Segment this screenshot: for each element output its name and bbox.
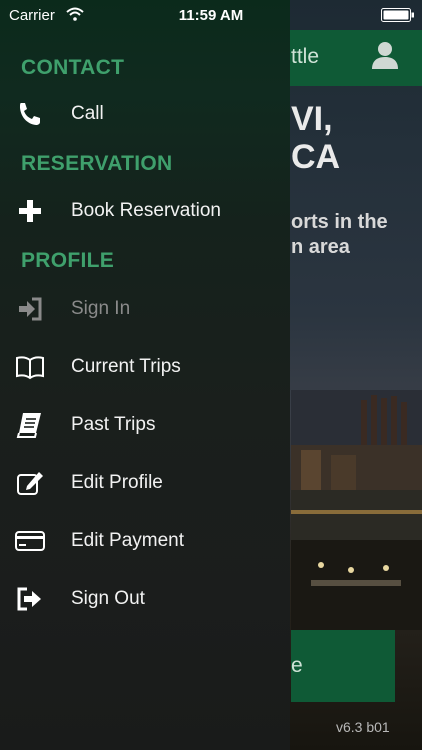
sign-in-icon bbox=[19, 297, 42, 321]
profile-icon[interactable] bbox=[370, 40, 400, 70]
status-time: 11:59 AM bbox=[178, 7, 244, 24]
plus-icon bbox=[19, 200, 41, 222]
menu-item-edit-profile[interactable]: Edit Profile bbox=[0, 461, 290, 505]
menu-item-call[interactable]: Call bbox=[0, 92, 290, 136]
menu-item-past-trips[interactable]: Past Trips bbox=[0, 403, 290, 447]
credit-card-icon bbox=[15, 531, 45, 551]
menu-label: Sign Out bbox=[71, 588, 145, 609]
menu-item-edit-payment[interactable]: Edit Payment bbox=[0, 519, 290, 563]
phone-icon bbox=[20, 103, 40, 125]
menu-item-book-reservation[interactable]: Book Reservation bbox=[0, 189, 290, 233]
background-subheadline: orts in the n area bbox=[291, 211, 388, 258]
city-skyline-image bbox=[291, 390, 422, 630]
section-header-contact: CONTACT bbox=[21, 56, 125, 79]
side-drawer-menu: CONTACT Call RESERVATION Book Reservatio… bbox=[0, 0, 290, 750]
menu-label: Past Trips bbox=[71, 414, 156, 435]
menu-label: Edit Profile bbox=[71, 472, 163, 493]
menu-label: Edit Payment bbox=[71, 530, 184, 551]
background-action-button[interactable]: e bbox=[291, 630, 395, 702]
sign-out-icon bbox=[17, 587, 41, 611]
section-header-profile: PROFILE bbox=[21, 249, 115, 272]
background-nav-title: ttle bbox=[291, 45, 320, 68]
version-label: v6.3 b01 bbox=[336, 719, 390, 735]
open-book-icon bbox=[16, 356, 44, 380]
section-header-reservation: RESERVATION bbox=[21, 152, 173, 175]
menu-item-current-trips[interactable]: Current Trips bbox=[0, 345, 290, 389]
menu-label: Current Trips bbox=[71, 356, 181, 377]
background-headline: VI, CA bbox=[291, 100, 341, 176]
menu-label: Book Reservation bbox=[71, 200, 221, 221]
status-bar: Carrier 11:59 AM bbox=[0, 0, 422, 30]
menu-item-sign-out[interactable]: Sign Out bbox=[0, 577, 290, 621]
menu-label: Sign In bbox=[71, 298, 131, 319]
battery-icon bbox=[381, 8, 414, 22]
menu-label: Call bbox=[71, 103, 104, 124]
menu-item-sign-in[interactable]: Sign In bbox=[0, 287, 290, 331]
edit-icon bbox=[17, 472, 43, 495]
book-icon bbox=[16, 413, 41, 438]
